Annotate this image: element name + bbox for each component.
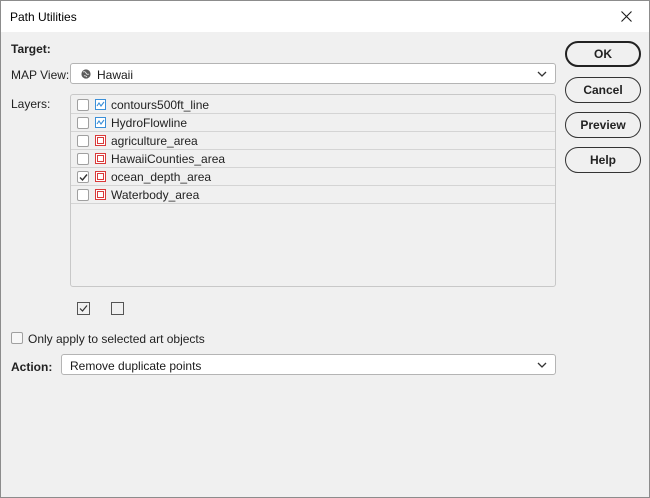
layer-row[interactable]: HawaiiCounties_area	[71, 150, 555, 168]
only-selected-checkbox[interactable]	[11, 332, 23, 344]
title-bar: Path Utilities	[1, 1, 649, 32]
cancel-button[interactable]: Cancel	[565, 77, 641, 103]
layer-name: HawaiiCounties_area	[111, 152, 226, 166]
layer-name: contours500ft_line	[111, 98, 210, 112]
layer-name: ocean_depth_area	[111, 170, 212, 184]
layer-checkbox[interactable]	[77, 135, 89, 147]
globe-icon	[81, 69, 91, 79]
area-layer-icon	[95, 171, 106, 182]
layer-row[interactable]: contours500ft_line	[71, 96, 555, 114]
close-icon	[620, 11, 632, 22]
layers-label: Layers:	[11, 97, 51, 111]
chevron-down-icon	[537, 71, 547, 77]
line-layer-icon	[95, 99, 106, 110]
layer-row[interactable]: Waterbody_area	[71, 186, 555, 204]
area-layer-icon	[95, 135, 106, 146]
window-title: Path Utilities	[10, 10, 77, 24]
area-layer-icon	[95, 153, 106, 164]
layer-row[interactable]: agriculture_area	[71, 132, 555, 150]
action-dropdown[interactable]: Remove duplicate points	[61, 354, 556, 375]
deselect-all-button[interactable]	[111, 302, 124, 315]
close-button[interactable]	[603, 1, 649, 32]
line-layer-icon	[95, 117, 106, 128]
path-utilities-dialog: Path Utilities Target: MAP View: Hawaii …	[0, 0, 650, 498]
area-layer-icon	[95, 189, 106, 200]
select-all-button[interactable]	[77, 302, 90, 315]
action-label: Action:	[11, 360, 53, 374]
preview-button[interactable]: Preview	[565, 112, 641, 138]
help-button[interactable]: Help	[565, 147, 641, 173]
checkmark-icon	[79, 305, 88, 312]
map-view-value: Hawaii	[97, 68, 134, 82]
layer-row[interactable]: HydroFlowline	[71, 114, 555, 132]
layer-name: Waterbody_area	[111, 188, 200, 202]
layer-name: agriculture_area	[111, 134, 198, 148]
only-selected-label: Only apply to selected art objects	[28, 332, 205, 346]
layer-row[interactable]: ocean_depth_area	[71, 168, 555, 186]
target-heading: Target:	[11, 42, 51, 56]
layer-checkbox[interactable]	[77, 171, 89, 183]
layer-checkbox[interactable]	[77, 99, 89, 111]
layer-checkbox[interactable]	[77, 153, 89, 165]
layer-name: HydroFlowline	[111, 116, 188, 130]
action-value: Remove duplicate points	[70, 359, 202, 373]
checkmark-icon	[79, 174, 88, 182]
ok-button[interactable]: OK	[565, 41, 641, 67]
layer-checkbox[interactable]	[77, 189, 89, 201]
map-view-dropdown[interactable]: Hawaii	[70, 63, 556, 84]
map-view-label: MAP View:	[11, 68, 70, 82]
layers-list[interactable]: contours500ft_line HydroFlowline agricul…	[70, 94, 556, 287]
chevron-down-icon	[537, 362, 547, 368]
layer-checkbox[interactable]	[77, 117, 89, 129]
